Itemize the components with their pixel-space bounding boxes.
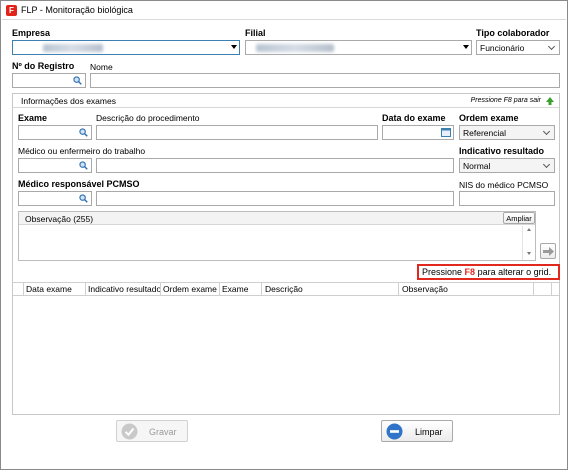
chevron-down-icon <box>542 160 551 169</box>
ordem-exame-label: Ordem exame <box>459 113 519 123</box>
exames-grid[interactable]: Data exame Indicativo resultado Ordem ex… <box>13 282 559 415</box>
form-content: Empresa Filial Tipo colaborador Funcioná… <box>2 21 566 469</box>
empresa-value-redacted <box>43 44 103 52</box>
exames-group-title: Informações dos exames <box>21 96 116 106</box>
search-icon[interactable] <box>79 161 88 170</box>
ampliar-button[interactable]: Ampliar <box>503 212 535 224</box>
tipo-colaborador-select[interactable]: Funcionário <box>476 40 560 55</box>
window-title: FLP - Monitoração biológica <box>21 5 133 15</box>
pcmso-label: Médico responsável PCMSO <box>18 179 140 189</box>
divider <box>13 107 559 108</box>
empresa-label: Empresa <box>12 28 51 38</box>
pcmso-nome-input[interactable] <box>96 191 454 206</box>
search-icon[interactable] <box>79 194 88 203</box>
observacao-box: Observação (255) Ampliar <box>18 211 536 261</box>
observacao-textarea[interactable] <box>22 227 520 259</box>
tipo-colaborador-value: Funcionário <box>480 43 525 53</box>
nis-label: NIS do médico PCMSO <box>459 180 549 190</box>
f8-exit-hint: Pressione F8 para sair <box>470 97 541 104</box>
registro-input[interactable] <box>12 73 86 88</box>
limpar-button[interactable]: Limpar <box>381 420 453 442</box>
medico-nome-input[interactable] <box>96 158 454 173</box>
scroll-down-icon[interactable] <box>527 252 531 255</box>
data-exame-label: Data do exame <box>382 113 446 123</box>
app-icon: F <box>6 5 17 16</box>
exames-group: Informações dos exames Pressione F8 para… <box>12 93 560 415</box>
nome-label: Nome <box>90 62 113 72</box>
empresa-select[interactable] <box>12 40 240 55</box>
exame-label: Exame <box>18 113 48 123</box>
checkmark-icon <box>121 423 138 440</box>
descricao-label: Descrição do procedimento <box>96 113 200 123</box>
dropdown-button[interactable] <box>545 41 559 54</box>
gravar-button[interactable]: Gravar <box>116 420 188 442</box>
collapse-up-icon[interactable] <box>546 97 554 105</box>
calendar-icon[interactable] <box>441 128 451 137</box>
grid-header: Data exame Indicativo resultado Ordem ex… <box>13 283 559 296</box>
search-icon[interactable] <box>73 76 82 85</box>
title-bar: F FLP - Monitoração biológica <box>2 2 566 20</box>
chevron-down-icon <box>542 127 551 136</box>
observacao-label: Observação (255) <box>25 214 94 224</box>
chevron-down-icon <box>547 42 556 51</box>
scroll-up-icon[interactable] <box>527 228 531 231</box>
limpar-label: Limpar <box>415 427 443 437</box>
minus-circle-icon <box>386 423 403 440</box>
chevron-down-icon <box>231 45 237 49</box>
ordem-exame-select[interactable]: Referencial <box>459 125 555 140</box>
col-observacao[interactable]: Observação <box>402 284 448 297</box>
observacao-scrollbar[interactable] <box>522 226 535 260</box>
medico-input[interactable] <box>18 158 92 173</box>
col-data-exame[interactable]: Data exame <box>26 284 72 297</box>
notice-prefix: Pressione <box>422 267 463 277</box>
observacao-header <box>19 212 535 225</box>
medico-label: Médico ou enfermeiro do trabalho <box>18 146 146 156</box>
chevron-down-icon <box>463 45 469 49</box>
col-ordem-exame[interactable]: Ordem exame <box>163 284 217 297</box>
arrow-right-icon <box>543 247 554 256</box>
ordem-exame-value: Referencial <box>463 128 506 138</box>
pcmso-input[interactable] <box>18 191 92 206</box>
filial-label: Filial <box>245 28 266 38</box>
data-exame-input[interactable] <box>382 125 454 140</box>
dropdown-button[interactable] <box>540 126 554 139</box>
registro-label: Nº do Registro <box>12 61 75 71</box>
exame-input[interactable] <box>18 125 92 140</box>
nis-input[interactable] <box>459 191 555 206</box>
notice-suffix: para alterar o grid. <box>477 267 552 277</box>
search-icon[interactable] <box>79 128 88 137</box>
filial-value-redacted <box>256 44 334 52</box>
notice-key: F8 <box>464 267 476 277</box>
col-indicativo[interactable]: Indicativo resultado <box>88 284 161 297</box>
descricao-input[interactable] <box>96 125 378 140</box>
col-exame[interactable]: Exame <box>222 284 248 297</box>
nome-input[interactable] <box>90 73 560 88</box>
indicativo-value: Normal <box>463 161 491 171</box>
col-descricao[interactable]: Descrição <box>265 284 303 297</box>
filial-select[interactable] <box>245 40 472 55</box>
indicativo-label: Indicativo resultado <box>459 146 545 156</box>
indicativo-select[interactable]: Normal <box>459 158 555 173</box>
gravar-label: Gravar <box>149 427 177 437</box>
f8-grid-notice: Pressione F8 para alterar o grid. <box>417 264 560 280</box>
dropdown-button[interactable] <box>540 159 554 172</box>
add-observacao-button[interactable] <box>540 243 556 259</box>
tipo-colaborador-label: Tipo colaborador <box>476 28 550 38</box>
main-window: F FLP - Monitoração biológica Empresa Fi… <box>0 0 568 470</box>
